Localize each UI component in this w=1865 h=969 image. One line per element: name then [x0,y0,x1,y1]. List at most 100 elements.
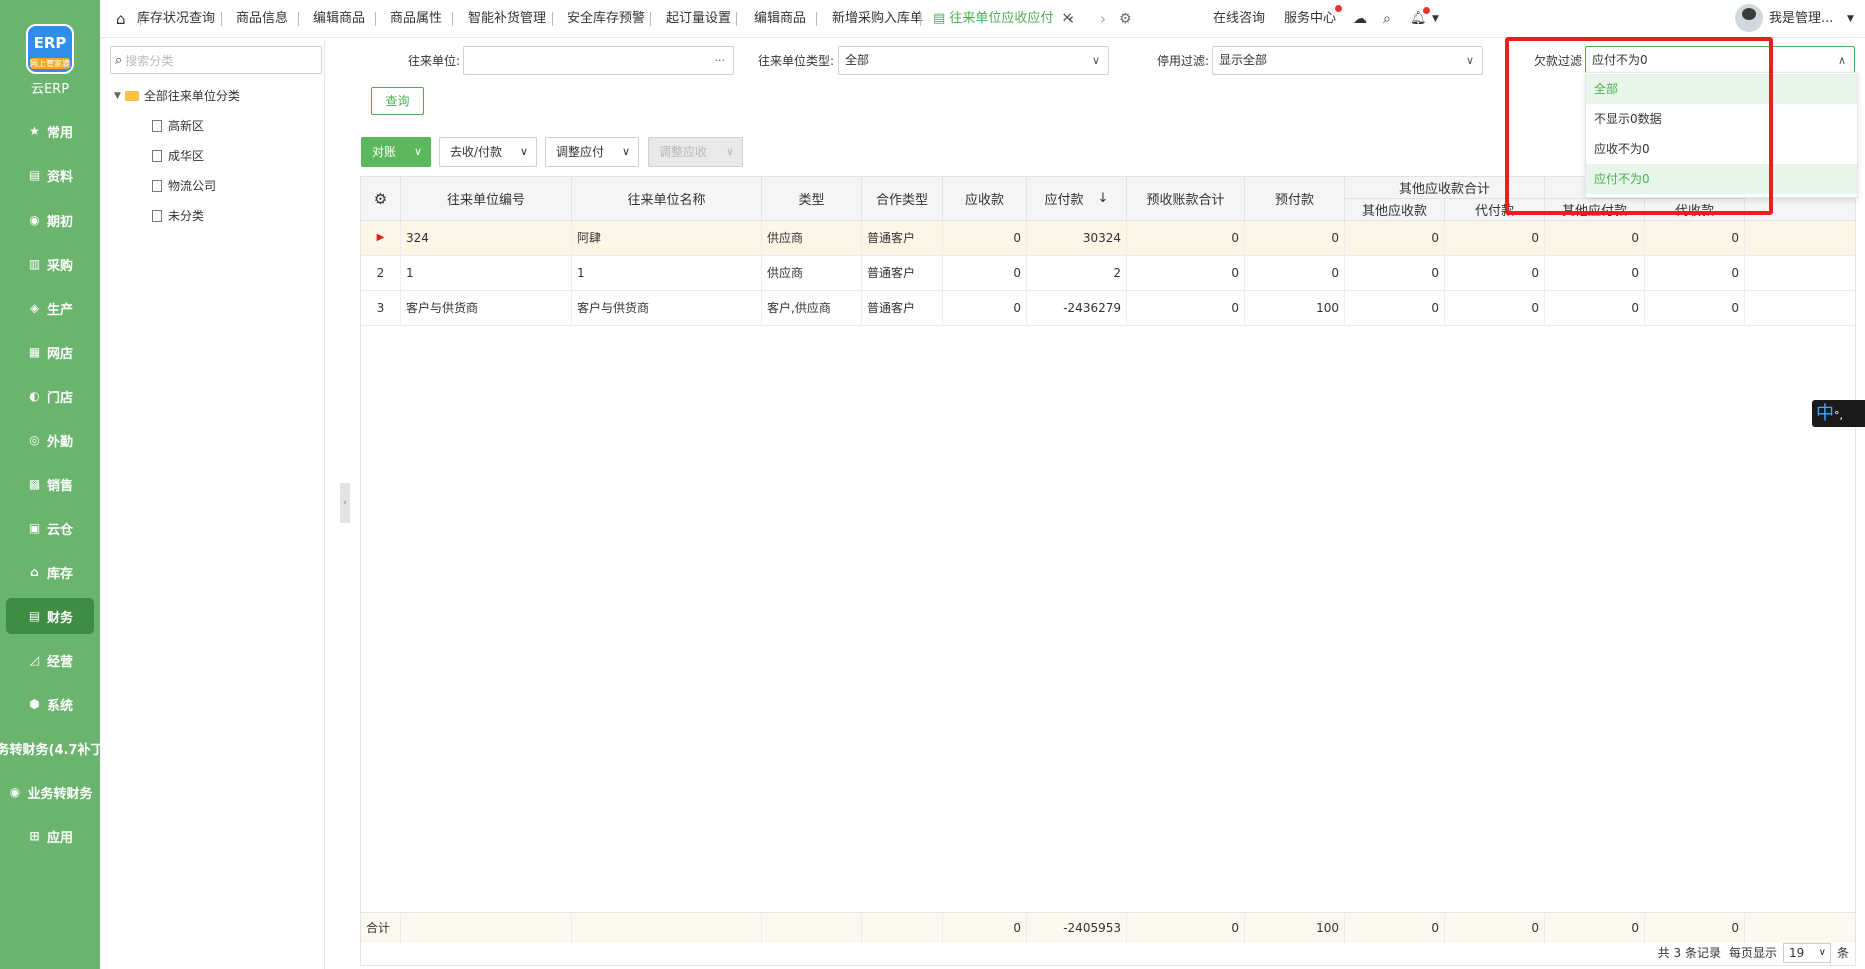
column-settings-gear-icon[interactable]: ⚙ [361,177,401,221]
tab-new-purchase[interactable]: 新增采购入库单 [832,0,923,38]
column-subheader[interactable]: 代付款 [1445,199,1545,221]
column-header[interactable]: 往来单位编号 [401,177,572,221]
sidebar-item[interactable]: ▥ 采购 [6,246,94,282]
category-search-input[interactable]: ⌕ 搜索分类 [110,46,322,74]
more-icon[interactable]: ··· [715,47,726,74]
tab-edit-product-2[interactable]: 编辑商品 [754,0,806,38]
column-subheader[interactable]: 其他应付款 [1545,199,1645,221]
sidebar-item[interactable]: ▦ 网店 [6,334,94,370]
tree-node[interactable]: 成华区 [152,147,204,165]
sidebar-item[interactable]: ▩ 销售 [6,466,94,502]
bell-menu-chevron-icon[interactable]: ▼ [1432,0,1439,38]
dropdown-option-hide-zero[interactable]: 不显示0数据 [1586,104,1857,134]
reconcile-button[interactable]: 对账 ∨ [361,137,431,167]
collapse-panel-chevron-icon[interactable]: ‹ [340,483,350,523]
user-name-menu[interactable]: 我是管理... [1769,0,1833,38]
tree-root[interactable]: ▼ 全部往来单位分类 [114,87,240,105]
online-consult-link[interactable]: 在线咨询 [1213,0,1265,38]
dropdown-option-receivable-nonzero[interactable]: 应收不为0 [1586,134,1857,164]
tab-receivable-payable[interactable]: ▤ 往来单位应收应付 ✕ [933,0,1072,38]
chevron-down-icon[interactable]: ∨ [520,138,528,166]
tab-safety-stock[interactable]: 安全库存预警 [567,0,645,38]
tab-scroll-right-icon[interactable]: › [1100,0,1106,38]
tree-node[interactable]: 未分类 [152,207,204,225]
adjust-receivable-button[interactable]: 调整应收 ∨ [648,137,743,167]
sort-arrow-icon[interactable]: ↓ [1098,191,1109,206]
footer-cell: 0 [1127,913,1245,944]
payment-button[interactable]: 去收/付款 ∨ [439,137,537,167]
erp-logo-icon[interactable]: ERP 网上管家婆 [26,24,74,74]
sidebar-item[interactable]: ⊞ 应用 [6,818,94,854]
dropdown-option-all[interactable]: 全部 [1586,74,1857,104]
sidebar-item[interactable]: ▤ 资料 [6,157,94,193]
home-icon[interactable]: ⌂ [116,0,126,38]
sidebar-item[interactable]: ◎ 外勤 [6,422,94,458]
sidebar-item[interactable]: ◉ 业务转财务 [6,774,94,810]
chevron-down-icon[interactable]: ∨ [414,138,422,166]
pager-per-page-label: 每页显示 [1728,946,1777,960]
sidebar-item[interactable]: ▣ 云仓 [6,510,94,546]
sidebar-item[interactable]: ◈ 生产 [6,290,94,326]
column-header[interactable]: 合作类型 [862,177,943,221]
tree-expand-icon[interactable]: ▼ [114,87,121,105]
tree-root-label: 全部往来单位分类 [143,89,240,103]
column-header[interactable]: 往来单位名称 [572,177,762,221]
sidebar-item[interactable]: ★ 常用 [6,113,94,149]
search-icon[interactable]: ⌕ [1383,0,1391,38]
sidebar-item[interactable]: ▤ 财务 [6,598,94,634]
ime-indicator[interactable]: 中°, [1812,400,1865,427]
user-avatar[interactable] [1735,4,1763,32]
pager-unit: 条 [1836,946,1849,960]
footer-cell [762,913,862,944]
table-cell: 供应商 [762,221,862,256]
chevron-down-icon[interactable]: ∨ [726,138,734,166]
tree-node[interactable]: 高新区 [152,117,204,135]
column-subheader[interactable]: 其他应收款 [1345,199,1445,221]
production-icon: ◈ [29,301,40,315]
sidebar-item[interactable]: ◉ 期初 [6,202,94,238]
column-header[interactable]: 应付款 ↓ [1027,177,1127,221]
sidebar-item-label: 常用 [46,125,73,141]
tab-edit-product[interactable]: 编辑商品 [313,0,365,38]
cloud-download-icon[interactable]: ☁ [1353,0,1367,38]
table-cell: 2 [1027,256,1127,291]
footer-cell [862,913,943,944]
column-header[interactable]: 应收款 [943,177,1027,221]
tab-product-info[interactable]: 商品信息 [236,0,288,38]
column-header-label: 往来单位名称 [627,193,706,208]
tab-settings-gear-icon[interactable]: ⚙ [1119,0,1132,38]
bell-icon[interactable]: 🔔︎ [1410,0,1427,38]
tab-moq-settings[interactable]: 起订量设置 [666,0,731,38]
service-center-link[interactable]: 服务中心 [1284,0,1336,38]
sidebar-item-label: 销售 [46,478,73,494]
disable-filter-select[interactable]: 显示全部 ∨ [1212,46,1483,75]
query-button[interactable]: 查询 [371,87,424,115]
column-subheader[interactable]: 代收款 [1645,199,1745,221]
sidebar-item[interactable]: ⬢ 系统 [6,686,94,722]
sidebar-item[interactable]: ⌂ 库存 [6,554,94,590]
sidebar-item[interactable]: 务转财务(4.7补丁 [0,730,104,766]
tab-scroll-left-icon[interactable]: ‹ [1068,0,1074,38]
chevron-down-icon[interactable]: ∨ [622,138,630,166]
table-cell: 0 [943,221,1027,256]
debt-filter-select[interactable]: 应付不为0 ∧ [1585,46,1855,75]
unit-input[interactable]: ··· [463,46,734,75]
column-header[interactable]: 预付款 [1245,177,1345,221]
page-size-select[interactable]: 19 [1782,943,1831,963]
column-header[interactable]: 预收账款合计 [1127,177,1245,221]
chevron-down-icon: ∨ [1091,54,1100,67]
sidebar-item[interactable]: ◿ 经营 [6,642,94,678]
tab-product-attributes[interactable]: 商品属性 [390,0,442,38]
file-icon [152,150,162,162]
reconcile-label: 对账 [372,145,397,159]
unit-type-select[interactable]: 全部 ∨ [838,46,1109,75]
column-header[interactable]: 类型 [762,177,862,221]
settings-icon: ⬢ [29,697,40,711]
user-menu-chevron-icon[interactable]: ▼ [1847,0,1854,38]
sidebar-item[interactable]: ◐ 门店 [6,378,94,414]
adjust-payable-button[interactable]: 调整应付 ∨ [545,137,639,167]
dropdown-option-payable-nonzero[interactable]: 应付不为0 [1586,164,1857,194]
tab-inventory-status[interactable]: 库存状况查询 [137,0,215,38]
tab-smart-replenish[interactable]: 智能补货管理 [468,0,546,38]
tree-node[interactable]: 物流公司 [152,177,216,195]
